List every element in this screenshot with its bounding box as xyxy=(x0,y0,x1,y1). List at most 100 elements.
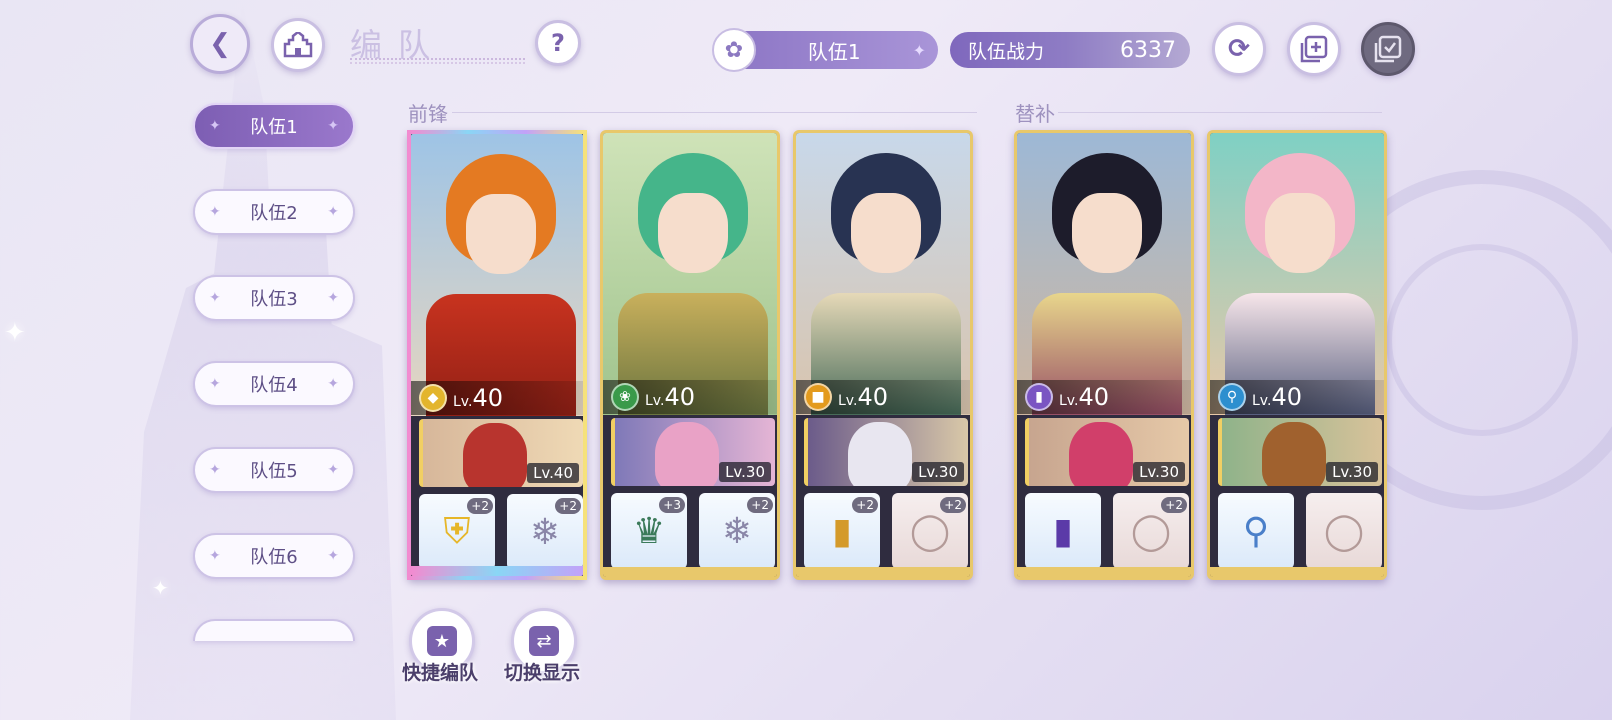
character-portrait xyxy=(1210,133,1384,415)
sidebar-tab-label: 队伍3 xyxy=(250,289,298,310)
support-level: Lv.30 xyxy=(1133,462,1185,482)
sparkle-icon: ✦ xyxy=(327,118,339,134)
class-scroll-icon: ■ xyxy=(804,383,832,411)
character-card-2[interactable]: ❀ Lv.40 Lv.30 ♛ +3 ❄ +2 xyxy=(600,130,780,580)
spellbook-icon: ▮ xyxy=(1053,510,1073,552)
question-icon: ? xyxy=(551,29,565,57)
quick-formation-label: 快捷编队 xyxy=(402,662,479,684)
character-level: ❀ Lv.40 xyxy=(603,380,777,414)
support-character[interactable]: Lv.30 xyxy=(804,418,968,486)
back-button[interactable]: ❮ xyxy=(190,14,250,74)
support-character[interactable]: Lv.30 xyxy=(1218,418,1382,486)
sparkle-decoration: ✦ xyxy=(4,318,26,348)
sidebar-tab-label: 队伍4 xyxy=(250,375,298,396)
refresh-button[interactable]: ⟳ xyxy=(1212,22,1266,76)
sparkle-icon: ✦ xyxy=(912,40,926,60)
character-portrait xyxy=(603,133,777,415)
sidebar-tab-label: 队伍5 xyxy=(250,461,298,482)
feather-icon: ✿ xyxy=(712,28,756,72)
ring-icon: ◯ xyxy=(909,510,951,552)
character-portrait xyxy=(1017,133,1191,415)
sparkle-icon: ✦ xyxy=(209,118,221,134)
equipment-slot-2[interactable]: ◯ +2 xyxy=(1113,493,1189,569)
character-level: ▮ Lv.40 xyxy=(1017,380,1191,414)
character-card-4[interactable]: ▮ Lv.40 Lv.30 ▮ ◯ +2 xyxy=(1014,130,1194,580)
class-book-icon: ▮ xyxy=(1025,383,1053,411)
front-section-label: 前锋 xyxy=(408,102,448,126)
home-button[interactable] xyxy=(271,18,325,72)
sidebar-tab-label: 队伍2 xyxy=(250,203,298,224)
sparkle-icon: ✦ xyxy=(209,204,221,220)
character-level: ■ Lv.40 xyxy=(796,380,970,414)
shield-icon: ⛨ xyxy=(443,511,471,552)
support-level: Lv.30 xyxy=(719,462,771,482)
team-power-value: 6337 xyxy=(1120,37,1176,63)
support-level: Lv.30 xyxy=(912,462,964,482)
sub-section-label: 替补 xyxy=(1015,102,1055,126)
bookmark-star-icon: ★ xyxy=(427,626,457,656)
equipment-slot-1[interactable]: ⚲ xyxy=(1218,493,1294,569)
title-underline xyxy=(350,58,525,64)
class-leaf-icon: ❀ xyxy=(611,383,639,411)
back-arrow-icon: ❮ xyxy=(209,29,231,59)
sparkle-decoration: ✦ xyxy=(152,576,169,600)
sidebar-tab-team-6[interactable]: ✦ 队伍6 ✦ xyxy=(193,533,355,579)
sparkle-icon: ✦ xyxy=(327,290,339,306)
character-card-3[interactable]: ■ Lv.40 Lv.30 ▮ +2 ◯ +2 xyxy=(793,130,973,580)
equipment-slot-2[interactable]: ◯ xyxy=(1306,493,1382,569)
team-name: 队伍1 xyxy=(807,39,861,64)
equipment-slot-1[interactable]: ⛨ +2 xyxy=(419,494,495,570)
section-divider xyxy=(452,112,977,113)
help-button[interactable]: ? xyxy=(535,20,581,66)
sidebar-tab-label: 队伍1 xyxy=(250,117,298,138)
character-portrait xyxy=(411,134,583,416)
add-team-button[interactable] xyxy=(1287,22,1341,76)
sparkle-icon: ✦ xyxy=(209,290,221,306)
support-character[interactable]: Lv.30 xyxy=(611,418,775,486)
equipment-slot-1[interactable]: ♛ +3 xyxy=(611,493,687,569)
equipment-slot-2[interactable]: ◯ +2 xyxy=(892,493,968,569)
equipment-slot-2[interactable]: ❄ +2 xyxy=(507,494,583,570)
sparkle-icon: ✦ xyxy=(209,376,221,392)
switch-display-label: 切换显示 xyxy=(504,662,581,684)
character-portrait xyxy=(796,133,970,415)
sidebar-tab-team-2[interactable]: ✦ 队伍2 ✦ xyxy=(193,189,355,235)
support-level: Lv.40 xyxy=(527,463,579,483)
team-power-label: 队伍战力 xyxy=(968,40,1045,63)
character-card-1[interactable]: ◆ Lv.40 Lv.40 ⛨ +2 ❄ +2 xyxy=(407,130,587,580)
team-name-selector[interactable]: ✿ 队伍1 ✦ xyxy=(712,28,938,72)
sidebar-tab-team-5[interactable]: ✦ 队伍5 ✦ xyxy=(193,447,355,493)
magnifier-icon: ⚲ xyxy=(1242,510,1270,552)
support-level: Lv.30 xyxy=(1326,462,1378,482)
sidebar-tab-team-4[interactable]: ✦ 队伍4 ✦ xyxy=(193,361,355,407)
ring-icon: ◯ xyxy=(1130,510,1172,552)
support-character[interactable]: Lv.40 xyxy=(419,419,583,487)
class-magnifier-icon: ⚲ xyxy=(1218,383,1246,411)
boots-icon: ♛ xyxy=(632,510,666,552)
earring-icon: ❄ xyxy=(721,510,753,552)
equipment-slot-1[interactable]: ▮ +2 xyxy=(804,493,880,569)
sparkle-icon: ✦ xyxy=(209,462,221,478)
sidebar-tab-team-3[interactable]: ✦ 队伍3 ✦ xyxy=(193,275,355,321)
confirm-button[interactable] xyxy=(1361,22,1415,76)
character-card-5[interactable]: ⚲ Lv.40 Lv.30 ⚲ ◯ xyxy=(1207,130,1387,580)
support-character[interactable]: Lv.30 xyxy=(1025,418,1189,486)
section-divider xyxy=(1058,112,1382,113)
earring-icon: ❄ xyxy=(529,511,561,553)
ring-icon: ◯ xyxy=(1323,510,1365,552)
confirm-check-icon xyxy=(1374,35,1402,63)
book-icon: ▮ xyxy=(832,510,852,552)
add-copy-icon xyxy=(1300,35,1328,63)
team-power-display: 队伍战力 6337 xyxy=(950,32,1190,68)
sidebar-tab-label: 队伍6 xyxy=(250,547,298,568)
equipment-slot-2[interactable]: ❄ +2 xyxy=(699,493,775,569)
sparkle-icon: ✦ xyxy=(327,376,339,392)
swap-arrows-icon: ⇄ xyxy=(529,626,559,656)
sidebar-tab-team-1[interactable]: ✦ 队伍1 ✦ xyxy=(193,103,355,149)
sparkle-icon: ✦ xyxy=(327,462,339,478)
class-shield-icon: ◆ xyxy=(419,384,447,412)
character-level: ⚲ Lv.40 xyxy=(1210,380,1384,414)
sparkle-icon: ✦ xyxy=(327,204,339,220)
equipment-slot-1[interactable]: ▮ xyxy=(1025,493,1101,569)
sidebar-tab-team-7-partial[interactable] xyxy=(193,619,355,641)
